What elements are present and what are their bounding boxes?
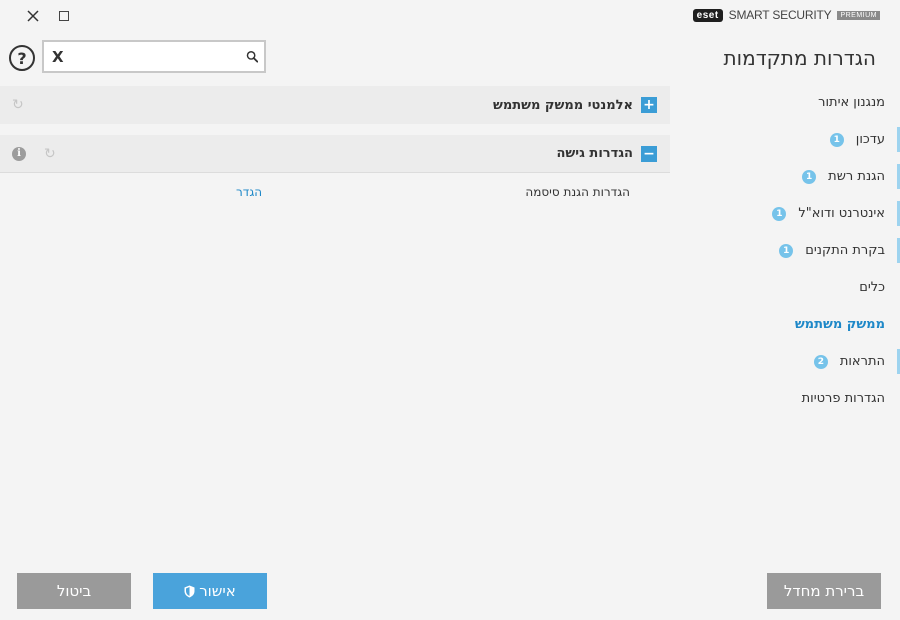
- notification-badge: 1: [802, 169, 817, 184]
- notification-badge: 2: [813, 354, 828, 369]
- section-title: הגדרות גישה: [556, 146, 633, 161]
- search-icon[interactable]: [246, 48, 258, 65]
- notification-badge: 1: [829, 132, 844, 147]
- sidebar-item-label: מנגנון איתור: [818, 95, 885, 110]
- help-icon[interactable]: ?: [9, 45, 35, 71]
- sidebar-item-label: ממשק משתמש: [794, 317, 885, 332]
- section-ui-elements: ↻ + אלמנטי ממשק משתמש: [0, 86, 670, 124]
- maximize-window-button[interactable]: [53, 6, 75, 26]
- sidebar-item-label: הגדרות פרטיות: [801, 391, 885, 406]
- brand: eset SMART SECURITY PREMIUM: [692, 8, 880, 22]
- section-header[interactable]: − הגדרות גישה: [556, 145, 657, 162]
- revert-icon[interactable]: ↻: [44, 146, 56, 162]
- maximize-icon: [59, 11, 69, 21]
- password-setup-link[interactable]: הגדר: [236, 185, 262, 199]
- default-button-label: ברירת מחדל: [783, 582, 865, 600]
- password-protection-row: הגדרות הגנת סיסמה הגדר: [0, 185, 670, 201]
- password-protection-label: הגדרות הגנת סיסמה: [525, 185, 630, 199]
- sidebar-item-network-protection[interactable]: הגנת רשת 1: [680, 158, 900, 195]
- section-header[interactable]: + אלמנטי ממשק משתמש: [493, 97, 657, 113]
- section-access-settings: i ↻ − הגדרות גישה: [0, 135, 670, 173]
- sidebar-item-label: עדכון: [855, 132, 885, 147]
- shield-icon: [184, 585, 195, 597]
- ok-button-label: אישור: [199, 582, 236, 600]
- brand-name: SMART SECURITY: [728, 8, 832, 22]
- default-button[interactable]: ברירת מחדל: [767, 573, 881, 609]
- search-box: X: [42, 40, 266, 73]
- sidebar-item-label: בקרת התקנים: [805, 243, 885, 258]
- cancel-button[interactable]: ביטול: [17, 573, 131, 609]
- sidebar-item-label: התראות: [839, 354, 885, 369]
- sidebar-item-user-interface[interactable]: ממשק משתמש: [680, 306, 900, 343]
- section-title: אלמנטי ממשק משתמש: [493, 97, 633, 113]
- sidebar-item-privacy-settings[interactable]: הגדרות פרטיות: [680, 380, 900, 417]
- sidebar-item-device-control[interactable]: בקרת התקנים 1: [680, 232, 900, 269]
- info-icon[interactable]: i: [12, 146, 26, 161]
- page-title: הגדרות מתקדמות: [723, 46, 876, 70]
- eset-logo: eset: [692, 8, 723, 22]
- clear-search-button[interactable]: X: [52, 48, 64, 66]
- sidebar-item-notifications[interactable]: התראות 2: [680, 343, 900, 380]
- section-actions: ↻: [12, 97, 24, 113]
- search-input[interactable]: [69, 44, 240, 69]
- sidebar-item-tools[interactable]: כלים: [680, 269, 900, 306]
- notification-badge: 1: [772, 206, 787, 221]
- collapse-icon[interactable]: −: [641, 145, 657, 162]
- sidebar-item-label: הגנת רשת: [828, 169, 885, 184]
- sidebar-item-web-and-email[interactable]: אינטרנט ודוא"ל 1: [680, 195, 900, 232]
- sidebar-item-label: כלים: [859, 280, 885, 295]
- expand-icon[interactable]: +: [641, 97, 657, 113]
- close-window-button[interactable]: [22, 6, 44, 26]
- sidebar-item-update[interactable]: עדכון 1: [680, 121, 900, 158]
- notification-badge: 1: [779, 243, 794, 258]
- brand-edition: PREMIUM: [837, 10, 880, 20]
- section-actions: i ↻: [12, 146, 56, 162]
- ok-button[interactable]: אישור: [153, 573, 267, 609]
- revert-icon[interactable]: ↻: [12, 97, 24, 113]
- close-icon: [27, 10, 39, 22]
- sidebar-item-detection-engine[interactable]: מנגנון איתור: [680, 84, 900, 121]
- sidebar: מנגנון איתור עדכון 1 הגנת רשת 1 אינטרנט …: [680, 84, 900, 417]
- cancel-button-label: ביטול: [56, 582, 92, 600]
- sidebar-item-label: אינטרנט ודוא"ל: [798, 206, 885, 221]
